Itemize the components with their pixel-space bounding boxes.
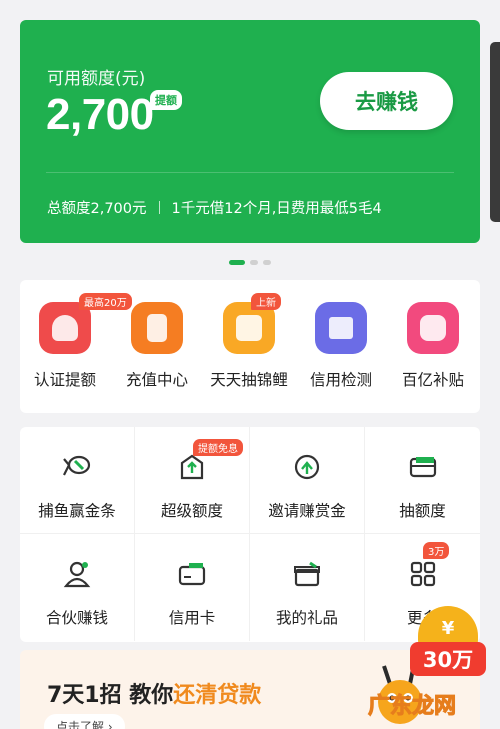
quick-action-lucky-draw[interactable]: 上新 天天抽锦鲤 — [203, 293, 295, 390]
card-footer: 总额度2,700元 1千元借12个月,日费用最低5毛4 — [47, 197, 382, 218]
grid-item-gifts[interactable]: 我的礼品 — [250, 534, 365, 641]
quick-action-subsidy[interactable]: 百亿补贴 — [387, 302, 479, 390]
arrow-up-icon — [180, 454, 204, 480]
earn-money-button[interactable]: 去赚钱 — [320, 72, 453, 130]
banner-title: 7天1招 教你还清贷款 — [47, 677, 261, 709]
grid-item-super-limit[interactable]: 提额免息 超级额度 — [135, 427, 250, 534]
grid-item-label: 捕鱼赢金条 — [38, 502, 116, 520]
raise-limit-tag[interactable]: 提额 — [150, 90, 182, 110]
grid-item-label: 邀请赚赏金 — [268, 502, 346, 520]
grid-item-fishing[interactable]: 捕鱼赢金条 — [20, 427, 135, 534]
card-icon — [409, 457, 436, 478]
grid-item-partner[interactable]: 合伙赚钱 — [20, 534, 135, 641]
grid-item-draw-limit[interactable]: 抽额度 — [365, 427, 480, 534]
grid-item-invite[interactable]: 邀请赚赏金 — [250, 427, 365, 534]
available-limit-amount: 2,700 — [46, 90, 154, 139]
card-divider — [46, 172, 454, 173]
total-limit-text: 总额度2,700元 — [47, 201, 147, 217]
watermark-text: 广东龙网 — [367, 694, 457, 720]
quick-action-label: 认证提额 — [33, 371, 96, 389]
grid-item-label: 我的礼品 — [275, 609, 338, 627]
available-limit-label: 可用额度(元) — [47, 69, 146, 89]
phone-icon — [131, 302, 183, 354]
quick-action-recharge[interactable]: 充值中心 — [111, 302, 203, 390]
grid-item-badge: 3万 — [423, 542, 450, 559]
grid-item-label: 抽额度 — [399, 502, 446, 520]
banner-learn-more-button[interactable]: 点击了解 › — [44, 714, 125, 729]
coupon-amount: 30万 — [410, 642, 486, 676]
credit-card-icon — [178, 563, 206, 586]
bag-icon — [407, 302, 459, 354]
grid-item-label: 超级额度 — [160, 502, 223, 520]
carousel-dot — [263, 260, 271, 265]
grid-item-label: 信用卡 — [168, 609, 216, 627]
banner-title-highlight: 还清贷款 — [173, 683, 262, 708]
quick-action-label: 信用检测 — [309, 371, 372, 389]
fish-icon — [63, 455, 91, 476]
grid-item-badge: 提额免息 — [193, 439, 243, 456]
floating-coupon[interactable]: ¥ 30万 — [410, 606, 486, 678]
quick-actions-panel: 最高20万 认证提额 充值中心 上新 天天抽锦鲤 信用检测 百亿补贴 — [20, 280, 480, 413]
grid-item-credit-card[interactable]: 信用卡 — [135, 534, 250, 641]
grid-item-label: 合伙赚钱 — [45, 609, 108, 627]
invite-icon — [294, 454, 320, 480]
quick-action-credit-check[interactable]: 信用检测 — [295, 302, 387, 390]
gift-box-icon — [294, 561, 320, 587]
user-icon — [63, 561, 91, 588]
report-icon — [315, 302, 367, 354]
quick-action-label: 充值中心 — [125, 371, 188, 389]
carousel-dot-active — [229, 260, 245, 265]
carousel-dot — [250, 260, 258, 265]
credit-card: 可用额度(元) 2,700 提额 去赚钱 总额度2,700元 1千元借12个月,… — [20, 20, 480, 243]
quick-action-verify-raise[interactable]: 最高20万 认证提额 — [19, 293, 132, 390]
grid-icon — [410, 561, 435, 587]
quick-action-badge: 上新 — [251, 293, 281, 310]
quick-action-label: 天天抽锦鲤 — [210, 371, 288, 389]
scrollbar[interactable] — [490, 42, 500, 222]
banner-title-prefix: 7天1招 教你 — [47, 683, 174, 708]
quick-action-label: 百亿补贴 — [401, 371, 464, 389]
carousel-indicator — [229, 260, 271, 265]
footer-separator — [158, 201, 160, 214]
promo-text: 1千元借12个月,日费用最低5毛4 — [171, 201, 382, 217]
